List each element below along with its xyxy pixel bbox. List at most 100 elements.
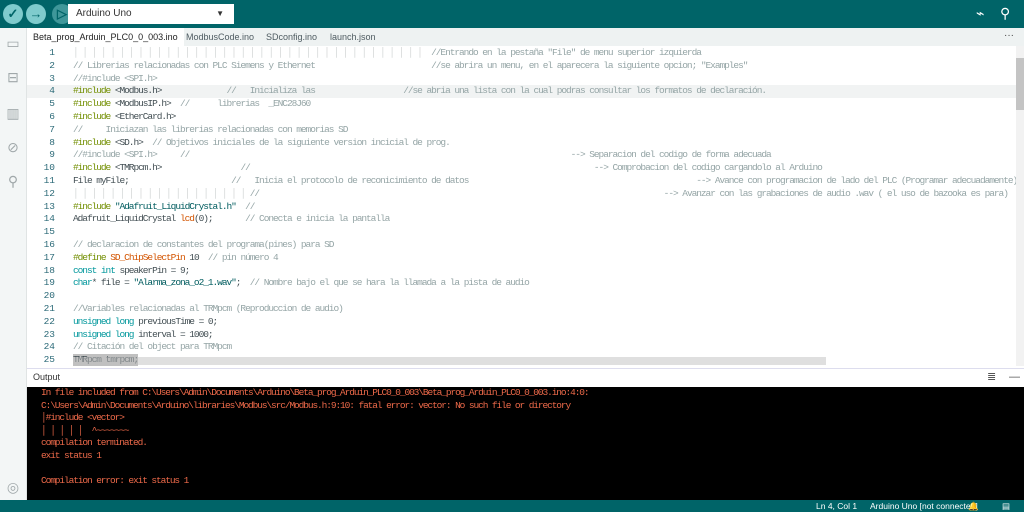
code-token: #include [73,98,115,110]
folder-icon[interactable]: ▭ [4,34,22,52]
output-panel-header: Output ≣ — [27,368,1024,387]
code-text: Adafruit_LiquidCrystal lcd(0); // Conect… [73,213,390,226]
code-token: │ │ │ │ │ │ │ │ │ │ │ │ │ │ │ │ │ │ │ [73,187,250,199]
code-text: #include <TMRpcm.h> // --> Comprobacion … [73,162,823,175]
board-selector[interactable]: Arduino Uno ▼ [68,4,234,24]
code-token: lcd [179,213,195,225]
clear-output-icon[interactable]: ≣ [987,369,996,386]
code-token: speakerPin = 9; [114,264,191,276]
code-line: 9 //#include <SPI.h> // --> Separacion de… [27,149,1017,162]
code-text: // Citación del object para TRMpcm [73,341,232,354]
output-line: │#include <vector> [41,412,125,424]
line-number: 19 [43,277,55,289]
code-line: 1 │ │ │ │ │ │ │ │ │ │ │ │ │ │ │ │ │ │ │ │… [27,47,1017,60]
boards-manager-icon[interactable]: ⊟ [4,68,22,86]
code-token: #include [73,111,115,122]
tab-launch-json[interactable]: launch.json [324,28,382,46]
tab-bar: Beta_prog_Arduin_PLC0_0_003.ino ModbusCo… [27,28,1024,46]
line-number: 17 [43,251,55,263]
code-line: 21 //Variables relacionadas al TRMpcm (Re… [27,303,1017,316]
chevron-down-icon: ▼ [216,9,224,18]
code-token: Adafruit_LiquidCrystal [73,213,180,225]
horizontal-scrollbar[interactable] [73,357,826,365]
serial-monitor-icon[interactable]: ⚲ [1000,5,1010,22]
code-token: #include [73,162,115,174]
code-line: 24 // Citación del object para TRMpcm [27,341,1017,354]
code-text: #include <SD.h> // Objetivos iniciales d… [73,136,451,150]
debug-disabled-icon[interactable]: ⊘ [4,138,22,156]
output-line: C:\Users\Admin\Documents\Arduino\librari… [41,399,571,411]
account-icon[interactable]: ◎ [4,478,22,496]
line-number: 15 [43,226,55,238]
code-editor[interactable]: 1 │ │ │ │ │ │ │ │ │ │ │ │ │ │ │ │ │ │ │ │… [27,46,1017,366]
output-console[interactable]: In file included from C:\Users\Admin\Doc… [27,387,1024,500]
line-number: 2 [49,59,55,71]
cursor-position: Ln 4, Col 1 [816,501,858,511]
code-text: #include <ModbusIP.h> // librerias _ENC2… [73,98,311,111]
line-number: 24 [43,341,55,353]
tab-sdconfig[interactable]: SDconfig.ino [260,28,323,46]
line-number: 12 [43,187,55,199]
line-number: 3 [49,72,55,84]
code-text: // declaracion de constantes del program… [73,239,335,252]
code-text: unsigned long previousTime = 0; [73,316,218,329]
code-line: 18 const int speakerPin = 9; [27,265,1017,278]
code-token: (0); [193,213,246,225]
library-icon[interactable]: ▥ [4,104,22,122]
board-status: Arduino Uno [not connected] [870,501,978,511]
code-token: // Inicializa las //se abria una lista c… [161,85,767,97]
code-token: //#include <SPI.h> [73,72,158,84]
line-number: 9 [49,149,55,161]
code-line: 10 #include <TMRpcm.h> // --> Comprobacio… [27,162,1017,175]
code-token: * file = [91,277,134,289]
output-line: Compilation error: exit status 1 [41,475,189,487]
line-number: 5 [49,98,55,110]
line-number: 7 [49,123,55,135]
code-token: // Nombre bajo el que se hara la llamada… [249,277,530,289]
toolbar: ✓ → ▷ Arduino Uno ▼ ⌁ ⚲ [0,0,1024,28]
search-icon[interactable]: ⚲ [4,172,22,190]
code-text: //Variables relacionadas al TRMpcm (Repr… [73,303,344,316]
tab-main-sketch[interactable]: Beta_prog_Arduin_PLC0_0_003.ino [27,28,184,46]
code-token: <EtherCard.h> [114,111,177,122]
code-text: #include <EtherCard.h> [73,111,177,124]
line-number: 21 [43,303,55,314]
output-line: exit status 1 [41,449,102,461]
code-token: "Adafruit_LiquidCrystal.h" [114,200,246,212]
vertical-scrollbar-thumb[interactable] [1016,58,1024,110]
code-token: // declaracion de constantes del program… [73,239,335,250]
line-number: 23 [43,328,55,340]
code-token: const int [73,264,116,276]
line-number: 18 [43,264,55,276]
code-token: // --> Comprobacion del codigo cargandol… [240,162,822,174]
code-text: #define SD_ChipSelectPin 10 // pin númer… [73,251,279,265]
code-token: #include [73,136,115,148]
code-token: #define [73,251,111,263]
code-line: 12 │ │ │ │ │ │ │ │ │ │ │ │ │ │ │ │ │ │ │ … [27,188,1017,201]
code-token: //#include <SPI.h> // --> Separacion del… [73,149,772,161]
code-token: // librerias _ENC28J60 [179,98,311,110]
code-text: File myFile; // Inicia el protocolo de r… [73,175,1017,188]
code-token: unsigned long [73,328,135,340]
more-tabs-button[interactable]: ··· [1004,28,1014,44]
code-token: // Iniciazan las librerias relacionadas … [73,123,348,135]
tab-modbuscode[interactable]: ModbusCode.ino [180,28,260,46]
minimize-icon[interactable]: — [1009,369,1020,386]
code-token: File myFile; [73,175,232,186]
code-token: //Entrando en la pestaña "File" de menu … [431,47,702,58]
code-text: //#include <SPI.h> [73,72,158,86]
code-text: // Iniciazan las librerias relacionadas … [73,123,348,137]
panel-toggle-icon[interactable]: ▤ [1002,500,1010,512]
verify-button[interactable]: ✓ [3,4,23,24]
code-line: 15 [27,226,1017,239]
serial-plotter-icon[interactable]: ⌁ [976,5,984,22]
upload-button[interactable]: → [26,4,46,24]
code-token: <SD.h> [114,136,153,148]
notification-icon[interactable]: 🔔 [968,500,979,512]
line-number: 14 [43,213,55,225]
code-line: 16 // declaracion de constantes del progr… [27,239,1017,252]
code-text: //#include <SPI.h> // --> Separacion del… [73,149,772,162]
output-line: │ │ │ │ │ ^~~~~~~~ [41,424,130,436]
code-token: // Objetivos iniciales de la siguiente v… [152,136,451,148]
code-text: │ │ │ │ │ │ │ │ │ │ │ │ │ │ │ │ │ │ │ │ … [73,47,702,60]
